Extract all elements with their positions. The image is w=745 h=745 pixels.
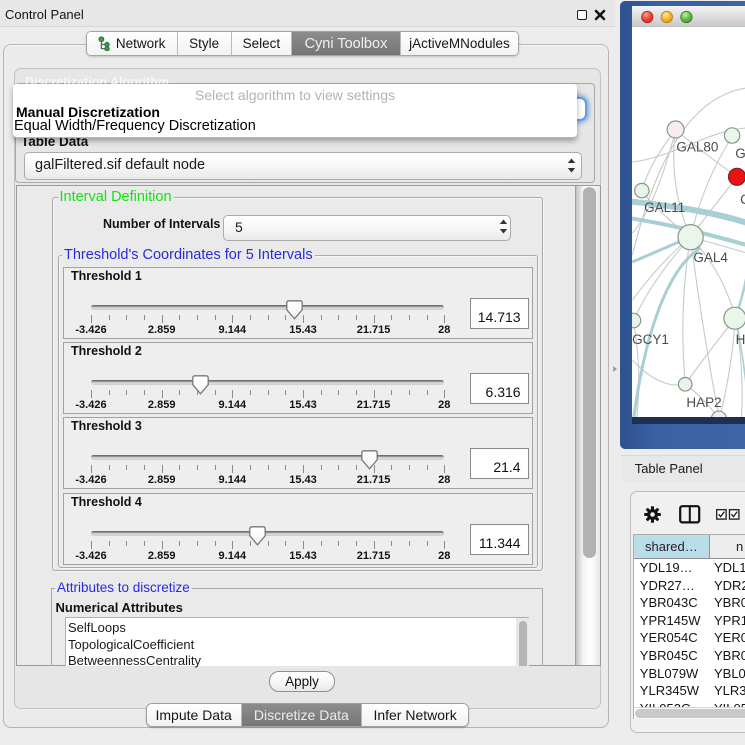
svg-text:C: C: [740, 192, 745, 207]
svg-text:GAL4: GAL4: [693, 250, 728, 265]
svg-text:GAL11: GAL11: [644, 200, 685, 215]
svg-text:GAL80: GAL80: [676, 140, 718, 155]
svg-text:GAL2: GAL2: [735, 146, 745, 161]
svg-text:GCY1: GCY1: [632, 332, 669, 347]
svg-text:HAP2: HAP2: [686, 395, 721, 410]
svg-text:HAP4: HAP4: [735, 332, 745, 347]
